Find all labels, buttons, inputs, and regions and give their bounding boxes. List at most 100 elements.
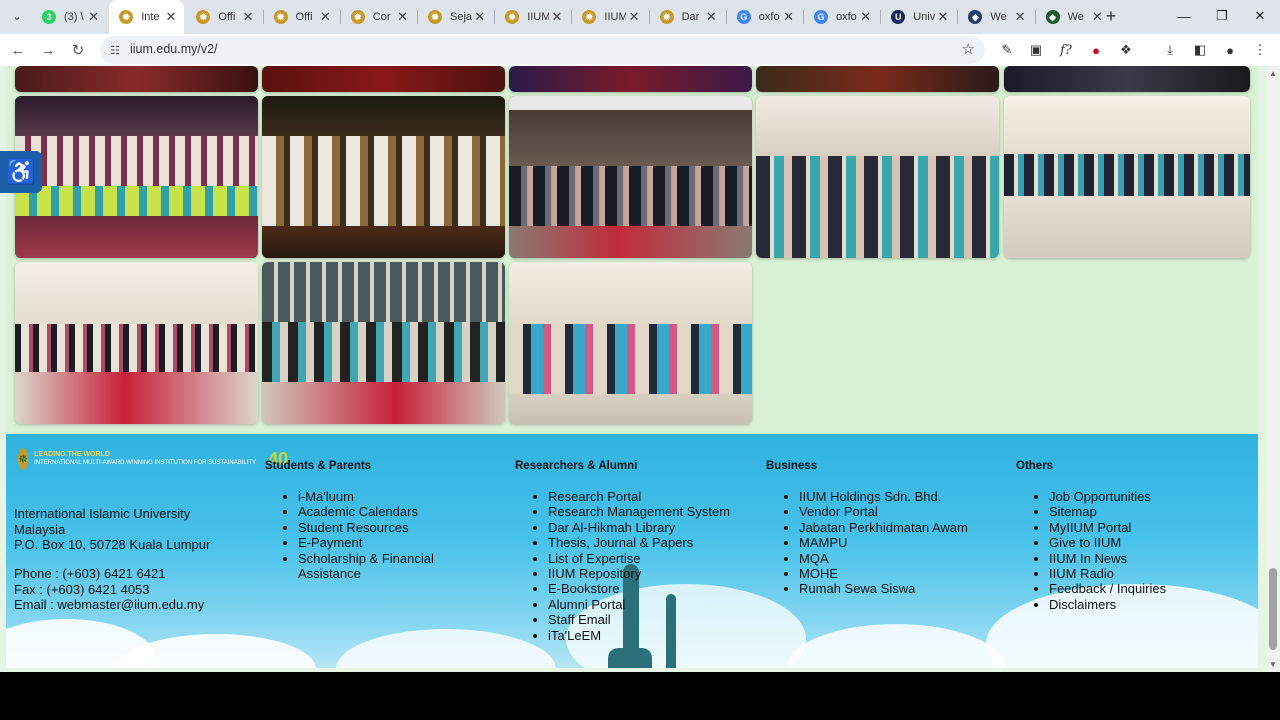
footer-link[interactable]: Alumni Portal — [548, 597, 755, 612]
footer-link-text[interactable]: Student Resources — [298, 520, 409, 535]
footer-link-text[interactable]: iTa'LeEM — [548, 628, 601, 643]
footer-link[interactable]: IIUM In News — [1049, 551, 1236, 566]
tab-close-icon[interactable]: ✕ — [551, 9, 562, 25]
page-scrollbar[interactable]: ▲ ▼ — [1266, 66, 1280, 672]
footer-link-text[interactable]: IIUM In News — [1049, 551, 1127, 566]
footer-link[interactable]: IIUM Radio — [1049, 566, 1236, 581]
gallery-photo[interactable] — [1004, 96, 1250, 258]
footer-link-text[interactable]: Vendor Portal — [799, 504, 878, 519]
footer-link-text[interactable]: List of Expertise — [548, 551, 641, 566]
gallery-photo[interactable] — [15, 66, 258, 92]
gallery-photo[interactable] — [262, 262, 505, 424]
browser-tab[interactable]: ✹ IIUM ✕ — [572, 0, 647, 34]
gallery-photo[interactable] — [509, 262, 752, 424]
footer-link[interactable]: Research Management System — [548, 504, 755, 519]
tab-close-icon[interactable]: ✕ — [629, 9, 640, 25]
footer-link-text[interactable]: Research Portal — [548, 489, 641, 504]
eyedropper-icon[interactable]: ✎ — [996, 39, 1018, 61]
footer-link[interactable]: Feedback / Inquiries — [1049, 581, 1236, 596]
tab-close-icon[interactable]: ✕ — [165, 9, 176, 25]
opera-extension-icon[interactable]: ● — [1085, 39, 1107, 61]
gallery-photo[interactable] — [15, 96, 258, 258]
footer-link-text[interactable]: Academic Calendars — [298, 504, 418, 519]
browser-tab[interactable]: ✹ Dar ✕ — [650, 0, 725, 34]
tab-close-icon[interactable]: ✕ — [860, 9, 871, 25]
close-window-icon[interactable]: ✕ — [1237, 4, 1280, 28]
footer-link[interactable]: Academic Calendars — [298, 504, 455, 519]
bookmark-star-icon[interactable]: ☆ — [962, 40, 975, 58]
new-tab-plus-icon[interactable]: + — [1100, 5, 1122, 27]
footer-link-text[interactable]: IIUM Repository — [548, 566, 641, 581]
footer-link[interactable]: Dar Al-Hikmah Library — [548, 520, 755, 535]
footer-link-text[interactable]: MOHE — [799, 566, 838, 581]
site-info-icon[interactable]: ☷ — [108, 43, 122, 57]
gallery-photo[interactable] — [262, 66, 505, 92]
gallery-photo[interactable] — [1004, 66, 1250, 92]
download-icon[interactable]: ⤓ — [1159, 39, 1181, 61]
footer-link-text[interactable]: Research Management System — [548, 504, 730, 519]
footer-link-text[interactable]: E-Payment — [298, 535, 362, 550]
footer-link[interactable]: MQA — [799, 551, 1006, 566]
footer-link-text[interactable]: Rumah Sewa Siswa — [799, 581, 915, 596]
camera-icon[interactable]: ▣ — [1025, 39, 1047, 61]
side-panel-icon[interactable]: ◧ — [1189, 39, 1211, 61]
gallery-photo[interactable] — [262, 96, 505, 258]
browser-tab[interactable]: Goxfo ✕ — [727, 0, 802, 34]
tab-close-icon[interactable]: ✕ — [397, 9, 408, 25]
footer-link[interactable]: E-Bookstore — [548, 581, 755, 596]
browser-tab[interactable]: ✹ Cor ✕ — [341, 0, 416, 34]
browser-tab[interactable]: Goxfo ✕ — [804, 0, 879, 34]
tab-close-icon[interactable]: ✕ — [320, 9, 331, 25]
footer-link[interactable]: IIUM Holdings Sdn. Bhd. — [799, 489, 1006, 504]
extensions-puzzle-icon[interactable]: ❖ — [1115, 39, 1137, 61]
tab-close-icon[interactable]: ✕ — [706, 9, 717, 25]
back-arrow-icon[interactable]: ← — [6, 38, 30, 62]
footer-link-text[interactable]: MQA — [799, 551, 829, 566]
footer-link[interactable]: Research Portal — [548, 489, 755, 504]
footer-link-text[interactable]: Disclaimers — [1049, 597, 1116, 612]
scroll-down-arrow-icon[interactable]: ▼ — [1269, 660, 1277, 669]
gallery-photo[interactable] — [756, 96, 999, 258]
reload-icon[interactable]: ↻ — [66, 38, 90, 62]
tab-close-icon[interactable]: ✕ — [783, 9, 794, 25]
footer-link[interactable]: Staff Email — [548, 612, 755, 627]
footer-link-text[interactable]: Dar Al-Hikmah Library — [548, 520, 675, 535]
footer-link-text[interactable]: Jabatan Perkhidmatan Awam — [799, 520, 968, 535]
footer-link-text[interactable]: Job Opportunities — [1049, 489, 1151, 504]
footer-link[interactable]: E-Payment — [298, 535, 455, 550]
footer-link[interactable]: Rumah Sewa Siswa — [799, 581, 1006, 596]
footer-link[interactable]: List of Expertise — [548, 551, 755, 566]
footer-link-text[interactable]: MAMPU — [799, 535, 847, 550]
tab-close-icon[interactable]: ✕ — [474, 9, 485, 25]
browser-tab[interactable]: ✹ IIUM ✕ — [495, 0, 570, 34]
browser-tab[interactable]: ◆ We ✕ — [958, 0, 1033, 34]
footer-link[interactable]: iTa'LeEM — [548, 628, 755, 643]
footer-link-text[interactable]: Scholarship & Financial Assistance — [298, 551, 434, 581]
menu-kebab-icon[interactable]: ⋮ — [1249, 39, 1271, 61]
footer-link[interactable]: MyIIUM Portal — [1049, 520, 1236, 535]
footer-link[interactable]: Vendor Portal — [799, 504, 1006, 519]
address-bar[interactable]: ☷ iium.edu.my/v2/ ☆ — [100, 36, 985, 64]
browser-tab[interactable]: 3 (3) \ ✕ — [32, 0, 107, 34]
browser-tab[interactable]: ✹ Seja ✕ — [418, 0, 493, 34]
footer-link-text[interactable]: IIUM Radio — [1049, 566, 1114, 581]
footer-link[interactable]: Job Opportunities — [1049, 489, 1236, 504]
footer-link[interactable]: Disclaimers — [1049, 597, 1236, 612]
footer-link-text[interactable]: Alumni Portal — [548, 597, 625, 612]
footer-link[interactable]: Sitemap — [1049, 504, 1236, 519]
url-text[interactable]: iium.edu.my/v2/ — [130, 42, 218, 56]
tab-close-icon[interactable]: ✕ — [243, 9, 254, 25]
footer-link-text[interactable]: Thesis, Journal & Papers — [548, 535, 693, 550]
tab-close-icon[interactable]: ✕ — [937, 9, 948, 25]
browser-tab[interactable]: ✹ Offi ✕ — [186, 0, 261, 34]
footer-link[interactable]: MAMPU — [799, 535, 1006, 550]
footer-link[interactable]: Jabatan Perkhidmatan Awam — [799, 520, 1006, 535]
footer-link[interactable]: IIUM Repository — [548, 566, 755, 581]
gallery-photo[interactable] — [509, 66, 752, 92]
footer-link[interactable]: Scholarship & Financial Assistance — [298, 551, 455, 582]
tab-close-icon[interactable]: ✕ — [1015, 9, 1026, 25]
footer-link-text[interactable]: IIUM Holdings Sdn. Bhd. — [799, 489, 941, 504]
browser-tab[interactable]: ✹ Inte ✕ — [109, 0, 185, 34]
footer-logo[interactable]: ✵ LEADING THE WORLD INTERNATIONAL MULTI-… — [18, 442, 288, 476]
forward-arrow-icon[interactable]: → — [36, 38, 60, 62]
